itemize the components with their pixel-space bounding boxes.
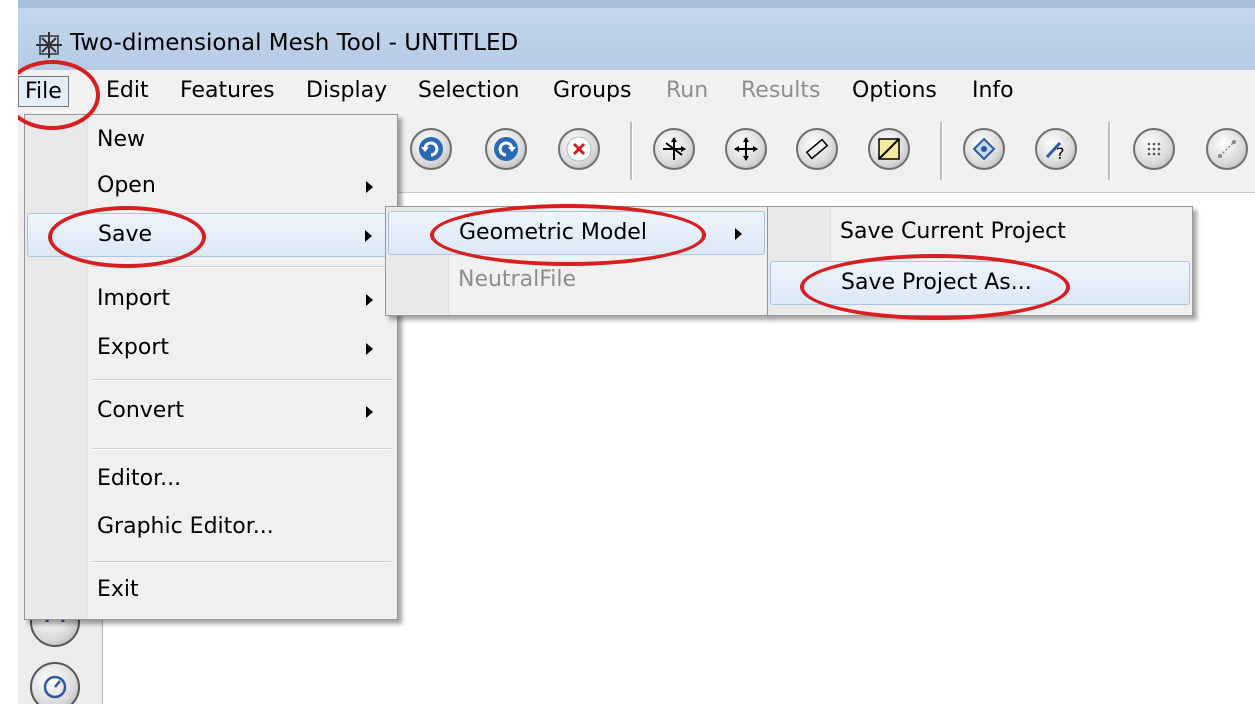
undo-icon[interactable] [410, 128, 452, 170]
file-menu-save[interactable]: Save [27, 213, 395, 257]
menu-separator [91, 266, 391, 268]
move-icon[interactable] [653, 128, 695, 170]
file-menu-import[interactable]: Import [27, 278, 395, 322]
file-menu-graphic-editor[interactable]: Graphic Editor... [27, 506, 395, 550]
menu-save-project-as[interactable]: Save Project As... [770, 261, 1190, 305]
delete-icon[interactable] [558, 128, 600, 170]
menu-item-label: New [97, 127, 145, 152]
submenu-arrow-icon [366, 406, 373, 418]
save-menu-geometric-model[interactable]: Geometric Model [388, 211, 765, 255]
file-menu-editor[interactable]: Editor... [27, 458, 395, 502]
menu-options[interactable]: Options [852, 78, 937, 103]
submenu-arrow-icon [366, 343, 373, 355]
grid-icon[interactable] [1133, 128, 1175, 170]
toolbar-separator [940, 122, 943, 180]
menu-item-label: Open [97, 173, 156, 198]
toolbar-separator [630, 122, 633, 180]
menu-groups[interactable]: Groups [553, 78, 631, 103]
menu-selection[interactable]: Selection [418, 78, 519, 103]
menu-separator [91, 379, 391, 381]
query-icon[interactable]: ? [1035, 128, 1077, 170]
menu-item-label: Import [97, 286, 171, 311]
view-icon[interactable] [963, 128, 1005, 170]
geometric-model-submenu: Save Current Project Save Project As... [767, 206, 1193, 316]
menu-file[interactable]: File [18, 76, 69, 107]
menu-item-label: Export [97, 335, 170, 360]
menu-item-label: Save Project As... [841, 270, 1032, 295]
submenu-arrow-icon [366, 294, 373, 306]
menu-run[interactable]: Run [666, 78, 708, 103]
window-title: Two-dimensional Mesh Tool - UNTITLED [70, 30, 519, 56]
file-menu-new[interactable]: New [27, 119, 395, 163]
mesh-app-icon [36, 32, 62, 58]
toolbar-separator [1108, 122, 1111, 180]
menu-features[interactable]: Features [180, 78, 275, 103]
submenu-arrow-icon [735, 228, 742, 240]
pan-icon[interactable] [725, 128, 767, 170]
measure-icon[interactable] [796, 128, 838, 170]
menu-item-label: Editor... [97, 466, 182, 491]
file-menu-export[interactable]: Export [27, 327, 395, 371]
menu-separator [91, 561, 391, 563]
submenu-arrow-icon [366, 181, 373, 193]
svg-text:?: ? [1056, 144, 1065, 163]
snap-icon[interactable] [1206, 128, 1248, 170]
submenu-arrow-icon [365, 230, 372, 242]
file-menu-convert[interactable]: Convert [27, 390, 395, 434]
menu-item-label: Exit [97, 577, 139, 602]
menu-save-current-project[interactable]: Save Current Project [770, 211, 1190, 255]
menu-item-label: Geometric Model [459, 220, 647, 245]
split-area-icon[interactable] [868, 128, 910, 170]
file-menu-open[interactable]: Open [27, 165, 395, 209]
file-menu-exit[interactable]: Exit [27, 569, 395, 613]
menu-display[interactable]: Display [306, 78, 387, 103]
menu-item-label: Convert [97, 398, 184, 423]
menu-item-label: Save Current Project [840, 219, 1066, 244]
redo-icon[interactable] [485, 128, 527, 170]
menu-bar: File Edit Features Display Selection Gro… [18, 70, 1255, 115]
save-submenu: Geometric Model NeutralFile [385, 206, 768, 316]
menu-info[interactable]: Info [972, 78, 1014, 103]
menu-item-label: Save [98, 222, 153, 247]
app-window: Two-dimensional Mesh Tool - UNTITLED Fil… [18, 0, 1255, 704]
menu-separator [91, 448, 391, 450]
file-menu: New Open Save Import Export Convert Edit… [24, 114, 398, 620]
menu-edit[interactable]: Edit [106, 78, 149, 103]
menu-item-label: Graphic Editor... [97, 514, 274, 539]
title-bar: Two-dimensional Mesh Tool - UNTITLED [18, 0, 1255, 70]
save-menu-neutralfile[interactable]: NeutralFile [388, 259, 765, 303]
menu-results[interactable]: Results [741, 78, 820, 103]
menu-item-label: NeutralFile [458, 267, 577, 292]
zoom-gauge-icon[interactable] [30, 662, 80, 704]
